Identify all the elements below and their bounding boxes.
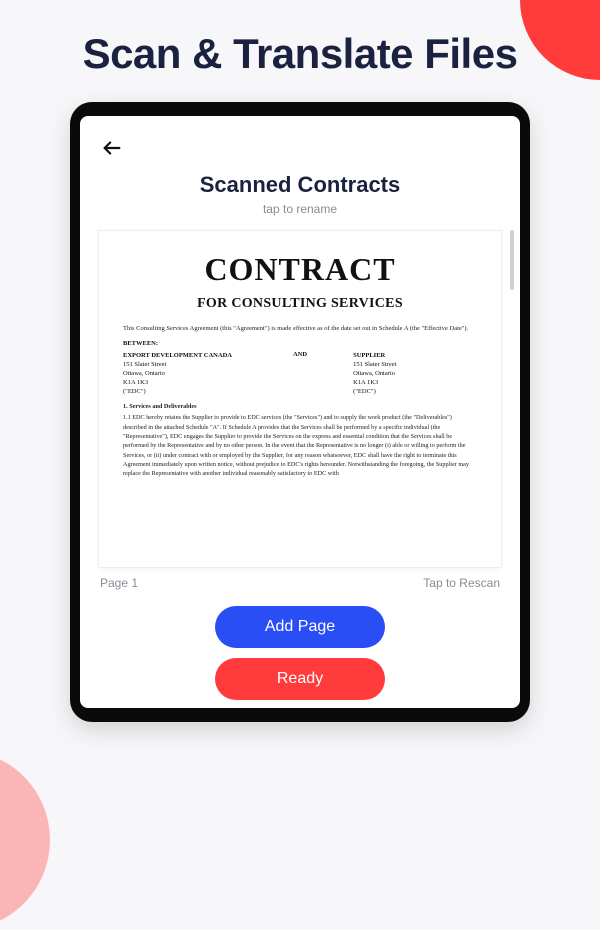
party-a-name: EXPORT DEVELOPMENT CANADA	[123, 351, 247, 360]
document-body: 1. Services and Deliverables 1.1 EDC her…	[123, 402, 477, 478]
party-a-line: Ottawa, Ontario	[123, 369, 247, 378]
party-b-line: ("EDC")	[353, 387, 477, 396]
hero-title: Scan & Translate Files	[0, 0, 600, 96]
party-a-line: ("EDC")	[123, 387, 247, 396]
party-a-line: K1A 1K3	[123, 378, 247, 387]
between-label: BETWEEN:	[123, 340, 477, 347]
rescan-label[interactable]: Tap to Rescan	[423, 576, 500, 590]
document-area: CONTRACT FOR CONSULTING SERVICES This Co…	[80, 230, 520, 708]
party-a-line: 151 Slater Street	[123, 360, 247, 369]
party-b: SUPPLIER 151 Slater Street Ottawa, Ontar…	[353, 351, 477, 396]
party-a: EXPORT DEVELOPMENT CANADA 151 Slater Str…	[123, 351, 247, 396]
parties-row: EXPORT DEVELOPMENT CANADA 151 Slater Str…	[123, 351, 477, 396]
screen-subtitle: tap to rename	[80, 202, 520, 216]
document-subheading: FOR CONSULTING SERVICES	[123, 296, 477, 312]
tablet-screen: Scanned Contracts tap to rename CONTRACT…	[80, 116, 520, 708]
arrow-left-icon	[101, 137, 123, 159]
party-b-line: K1A 1K3	[353, 378, 477, 387]
topbar	[80, 116, 520, 170]
section-title: 1. Services and Deliverables	[123, 402, 477, 411]
scroll-indicator[interactable]	[510, 230, 514, 290]
tablet-frame: Scanned Contracts tap to rename CONTRACT…	[70, 102, 530, 722]
party-b-line: Ottawa, Ontario	[353, 369, 477, 378]
and-label: AND	[265, 351, 336, 396]
document-heading: CONTRACT	[123, 251, 477, 288]
party-b-line: 151 Slater Street	[353, 360, 477, 369]
scanned-document[interactable]: CONTRACT FOR CONSULTING SERVICES This Co…	[98, 230, 502, 568]
action-buttons: Add Page Ready	[98, 606, 502, 708]
add-page-button[interactable]: Add Page	[215, 606, 385, 648]
party-b-name: SUPPLIER	[353, 351, 477, 360]
document-intro: This Consulting Services Agreement (this…	[123, 324, 477, 333]
title-block[interactable]: Scanned Contracts tap to rename	[80, 170, 520, 230]
page-label: Page 1	[100, 576, 138, 590]
ready-button[interactable]: Ready	[215, 658, 385, 700]
back-button[interactable]	[98, 134, 126, 162]
screen-title: Scanned Contracts	[80, 172, 520, 198]
section-body: 1.1 EDC hereby retains the Supplier to p…	[123, 413, 477, 478]
document-footer: Page 1 Tap to Rescan	[98, 568, 502, 606]
decor-circle-bottom	[0, 750, 50, 930]
